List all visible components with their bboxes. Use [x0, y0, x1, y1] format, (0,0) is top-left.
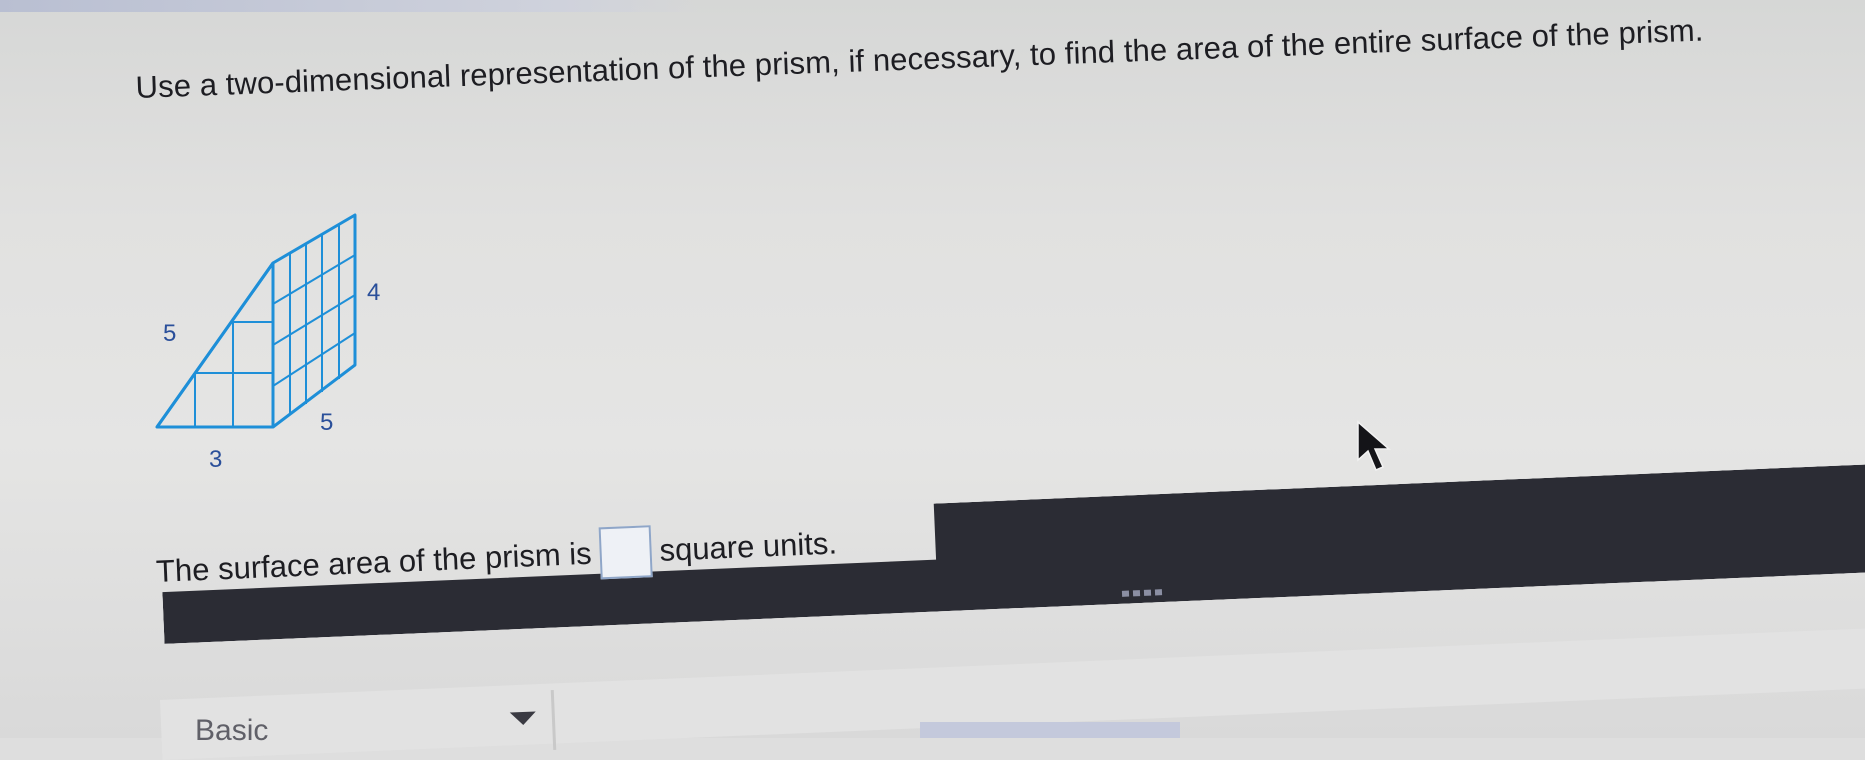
answer-suffix: square units. [658, 525, 838, 568]
bottom-toolbar [160, 626, 1865, 760]
surface-area-input[interactable] [598, 525, 653, 580]
prism-grid [157, 225, 356, 428]
answer-prefix: The surface area of the prism is [155, 535, 593, 589]
mode-dropdown-label[interactable]: Basic [195, 714, 268, 748]
mouse-cursor-icon [1357, 420, 1392, 471]
label-height: 4 [367, 279, 380, 306]
dot-icon [1132, 590, 1141, 597]
prism-diagram: 5 4 5 3 [155, 213, 380, 473]
label-hypotenuse: 5 [163, 320, 176, 347]
chevron-down-icon[interactable] [509, 711, 537, 726]
label-depth: 5 [320, 409, 333, 436]
question-prompt: Use a two-dimensional representation of … [135, 12, 1705, 105]
toolbar-accent [920, 722, 1180, 738]
dot-icon [1121, 590, 1130, 597]
dot-icon [1143, 589, 1152, 596]
top-bar [0, 0, 700, 12]
label-base: 3 [209, 446, 222, 473]
prism-figure: 5 4 5 3 [145, 205, 405, 475]
dot-icon [1154, 589, 1163, 596]
screen: Use a two-dimensional representation of … [0, 0, 1865, 760]
